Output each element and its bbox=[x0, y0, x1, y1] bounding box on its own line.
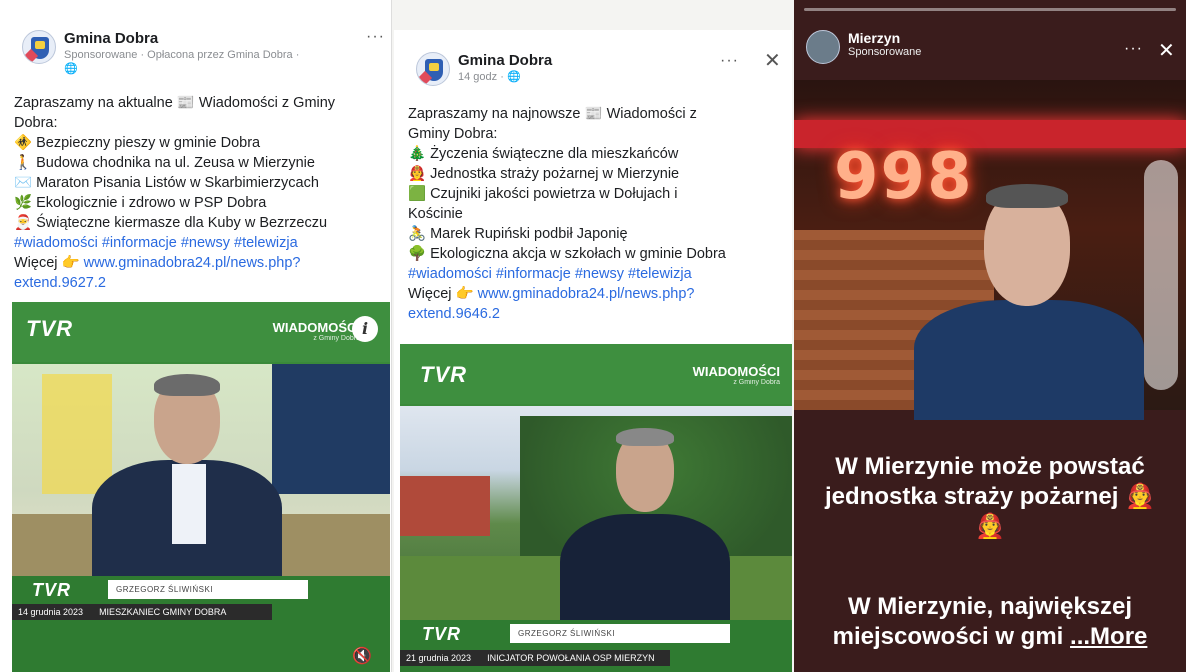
facebook-post-1: Gmina Dobra Sponsorowane · Opłacona prze… bbox=[0, 0, 392, 672]
post-line: 🟩 Czujniki jakości powietrza w Dołujach … bbox=[408, 186, 678, 202]
program-logo: WIADOMOŚCI z Gminy Dobra bbox=[692, 364, 780, 386]
post-line: 🌳 Ekologiczna akcja w szkołach w gminie … bbox=[408, 246, 726, 262]
tvr-lower-logo: TVR bbox=[32, 580, 71, 600]
article-link-cont[interactable]: extend.9646.2 bbox=[408, 304, 788, 324]
post-line: Zapraszamy na najnowsze 📰 Wiadomości z bbox=[408, 106, 697, 122]
globe-icon: 🌐 bbox=[64, 63, 78, 75]
post-line: Gminy Dobra: bbox=[408, 126, 498, 142]
date-bar: 21 grudnia 2023 INICJATOR POWOŁANIA OSP M… bbox=[400, 650, 670, 666]
story-progress-bar bbox=[804, 8, 1176, 11]
tvr-lower-logo: TVR bbox=[422, 624, 461, 644]
more-options-icon[interactable]: ··· bbox=[1124, 40, 1143, 58]
mierzyn-avatar[interactable] bbox=[806, 30, 840, 64]
page-name[interactable]: Mierzyn bbox=[848, 30, 921, 46]
video-frame bbox=[400, 406, 792, 620]
post-header: Gmina Dobra 14 godz · 🌐 bbox=[416, 52, 552, 86]
lower-third: TVR GRZEGORZ ŚLIWIŃSKI 21 grudnia 2023 IN… bbox=[400, 620, 792, 672]
story-caption-1: W Mierzynie może powstać jednostka straż… bbox=[825, 453, 1155, 540]
speaker-name: GRZEGORZ ŚLIWIŃSKI bbox=[108, 580, 308, 599]
post-line: Dobra: bbox=[14, 115, 58, 131]
hashtags[interactable]: #wiadomości #informacje #newsy #telewizj… bbox=[14, 233, 384, 253]
story-caption-2: W Mierzynie, największej miejscowości w … bbox=[832, 593, 1148, 650]
post-line: ✉️ Maraton Pisania Listów w Skarbimierzy… bbox=[14, 175, 319, 191]
post-line: Kościnie bbox=[408, 206, 463, 222]
tvr-logo: TVR bbox=[26, 316, 73, 341]
tvr-logo: TVR bbox=[420, 362, 467, 387]
more-prefix: Więcej 👉 bbox=[14, 255, 84, 271]
post-header: Gmina Dobra Sponsorowane · Opłacona prze… bbox=[22, 30, 299, 75]
more-options-icon[interactable]: ··· bbox=[366, 28, 385, 46]
post-line: 🎅 Świąteczne kiermasze dla Kuby w Bezrze… bbox=[14, 215, 328, 231]
more-options-icon[interactable]: ··· bbox=[720, 52, 739, 70]
post-line: Zapraszamy na aktualne 📰 Wiadomości z Gm… bbox=[14, 95, 336, 111]
video-frame bbox=[12, 364, 390, 576]
post-line: 🚸 Bezpieczny pieszy w gminie Dobra bbox=[14, 135, 261, 151]
post-text: Zapraszamy na aktualne 📰 Wiadomości z Gm… bbox=[14, 93, 384, 293]
video-player[interactable]: TVR WIADOMOŚCI z Gminy Dobra TVR GRZEGORZ… bbox=[400, 344, 792, 672]
gmina-dobra-avatar[interactable] bbox=[22, 30, 56, 64]
article-link[interactable]: www.gminadobra24.pl/news.php? bbox=[478, 286, 695, 302]
see-more-link[interactable]: ...More bbox=[1070, 623, 1147, 650]
story-view: Mierzyn Sponsorowane ··· ✕ 998 W Mierzyn… bbox=[794, 0, 1186, 672]
date-bar: 14 grudnia 2023 MIESZKANIEC GMINY DOBRA bbox=[12, 604, 272, 620]
post-line: 🧑‍🚒 Jednostka straży pożarnej w Mierzyni… bbox=[408, 166, 680, 182]
post-line: 🚴 Marek Rupiński podbił Japonię bbox=[408, 226, 628, 242]
sponsored-label: Sponsorowane bbox=[848, 46, 922, 58]
screenshot-collage: Gmina Dobra Sponsorowane · Opłacona prze… bbox=[0, 0, 1186, 672]
lower-third: TVR GRZEGORZ ŚLIWIŃSKI 14 grudnia 2023 MI… bbox=[12, 576, 390, 672]
page-name[interactable]: Gmina Dobra bbox=[458, 52, 552, 69]
video-player[interactable]: TVR WIADOMOŚCI z Gminy Dobra i TVR GRZEGO… bbox=[12, 302, 390, 672]
page-name[interactable]: Gmina Dobra bbox=[64, 30, 299, 47]
article-link-cont[interactable]: extend.9627.2 bbox=[14, 273, 384, 293]
info-icon[interactable]: i bbox=[352, 316, 378, 342]
post-text: Zapraszamy na najnowsze 📰 Wiadomości z G… bbox=[408, 104, 788, 324]
speaker-name: GRZEGORZ ŚLIWIŃSKI bbox=[510, 624, 730, 643]
close-icon[interactable]: ✕ bbox=[1158, 38, 1175, 63]
article-link[interactable]: www.gminadobra24.pl/news.php? bbox=[84, 255, 301, 271]
more-prefix: Więcej 👉 bbox=[408, 286, 478, 302]
story-scroll-handle[interactable] bbox=[1144, 160, 1178, 390]
close-icon[interactable]: ✕ bbox=[764, 48, 781, 73]
post-line: 🌿 Ekologicznie i zdrowo w PSP Dobra bbox=[14, 195, 267, 211]
globe-icon: 🌐 bbox=[506, 71, 521, 83]
post-line: 🎄 Życzenia świąteczne dla mieszkańców bbox=[408, 146, 679, 162]
story-header: Mierzyn Sponsorowane bbox=[806, 30, 921, 64]
post-time: 14 godz · 🌐 bbox=[458, 71, 521, 83]
gmina-dobra-avatar[interactable] bbox=[416, 52, 450, 86]
post-line: 🚶 Budowa chodnika na ul. Zeusa w Mierzyn… bbox=[14, 155, 315, 171]
mute-icon[interactable]: 🔇 bbox=[352, 646, 372, 666]
story-photo: 998 bbox=[794, 80, 1186, 420]
hashtags[interactable]: #wiadomości #informacje #newsy #telewizj… bbox=[408, 264, 788, 284]
neon-number: 998 bbox=[834, 140, 974, 214]
facebook-post-2: Gmina Dobra 14 godz · 🌐 ··· ✕ Zapraszamy… bbox=[394, 30, 792, 672]
program-logo: WIADOMOŚCI z Gminy Dobra bbox=[272, 320, 360, 342]
sponsored-label: Sponsorowane · Opłacona przez Gmina Dobr… bbox=[64, 49, 300, 61]
